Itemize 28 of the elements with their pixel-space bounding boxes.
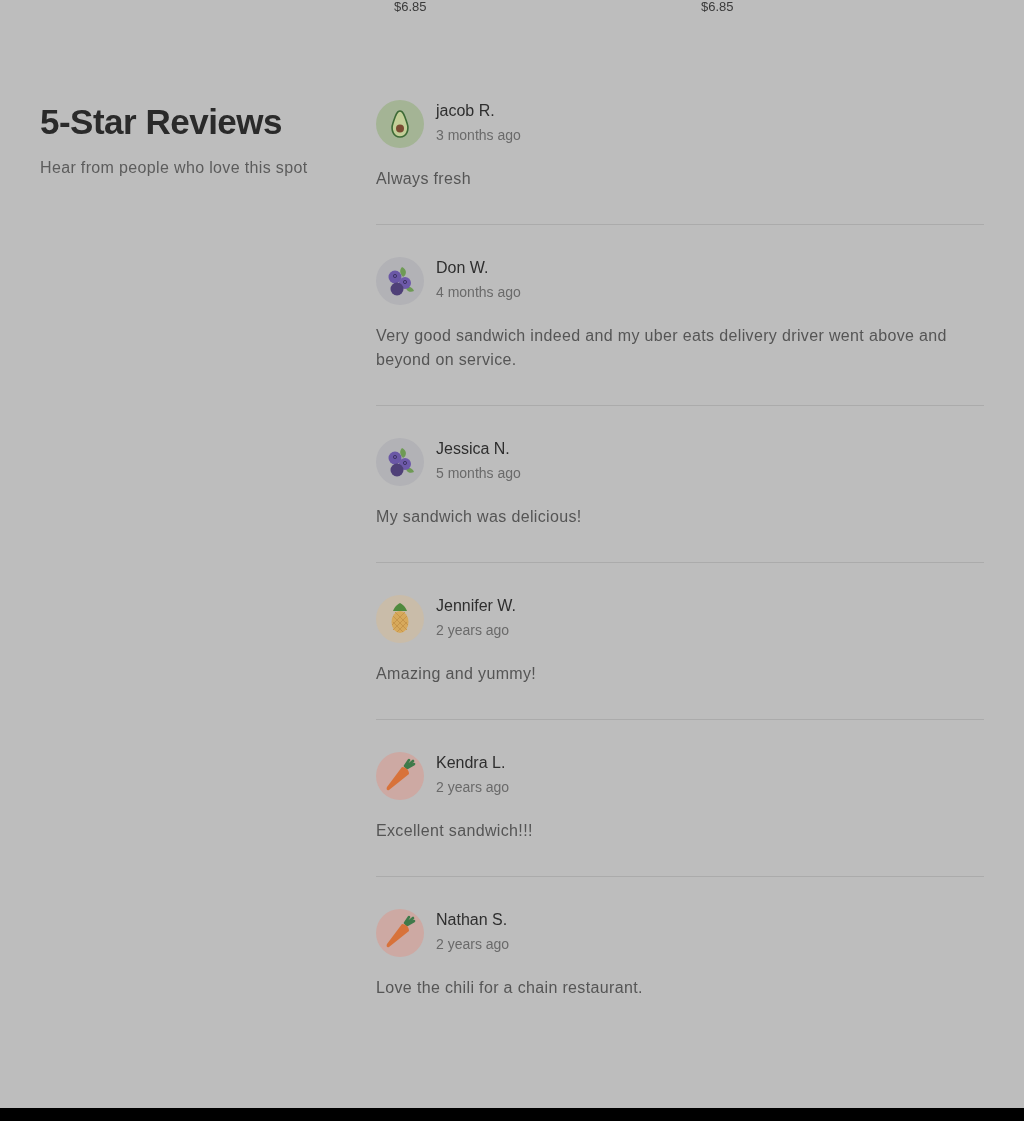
- carrot-avatar-icon: [376, 909, 424, 957]
- review-time: 5 months ago: [436, 464, 521, 483]
- item-price: $6.85: [394, 0, 427, 14]
- review-time: 4 months ago: [436, 283, 521, 302]
- review-time: 3 months ago: [436, 126, 521, 145]
- reviewer-name: Kendra L.: [436, 753, 506, 773]
- reviewer-name: Jennifer W.: [436, 596, 517, 616]
- reviewer-name: Jessica N.: [436, 439, 510, 459]
- section-subtitle: Hear from people who love this spot: [40, 158, 309, 178]
- review-text: Excellent sandwich!!!: [376, 821, 534, 841]
- pineapple-avatar-icon: [376, 595, 424, 643]
- avocado-avatar-icon: [376, 100, 424, 148]
- blueberry-avatar-icon: [376, 257, 424, 305]
- carrot-avatar-icon: [376, 752, 424, 800]
- review-time: 2 years ago: [436, 778, 510, 797]
- review-time: 2 years ago: [436, 621, 510, 640]
- item-price: $6.85: [701, 0, 734, 14]
- review-text: Love the chili for a chain restaurant.: [376, 978, 644, 998]
- review-text: Amazing and yummy!: [376, 664, 538, 684]
- review-text: My sandwich was delicious!: [376, 507, 583, 527]
- blueberry-avatar-icon: [376, 438, 424, 486]
- section-title: 5-Star Reviews: [40, 101, 284, 143]
- reviewer-name: Nathan S.: [436, 910, 508, 930]
- reviewer-name: jacob R.: [436, 101, 495, 121]
- review-text: Very good sandwich indeed and my uber eats delivery driver went above and beyond on service.: [376, 326, 948, 370]
- reviewer-name: Don W.: [436, 258, 489, 278]
- review-time: 2 years ago: [436, 935, 510, 954]
- review-text: Always fresh: [376, 169, 472, 189]
